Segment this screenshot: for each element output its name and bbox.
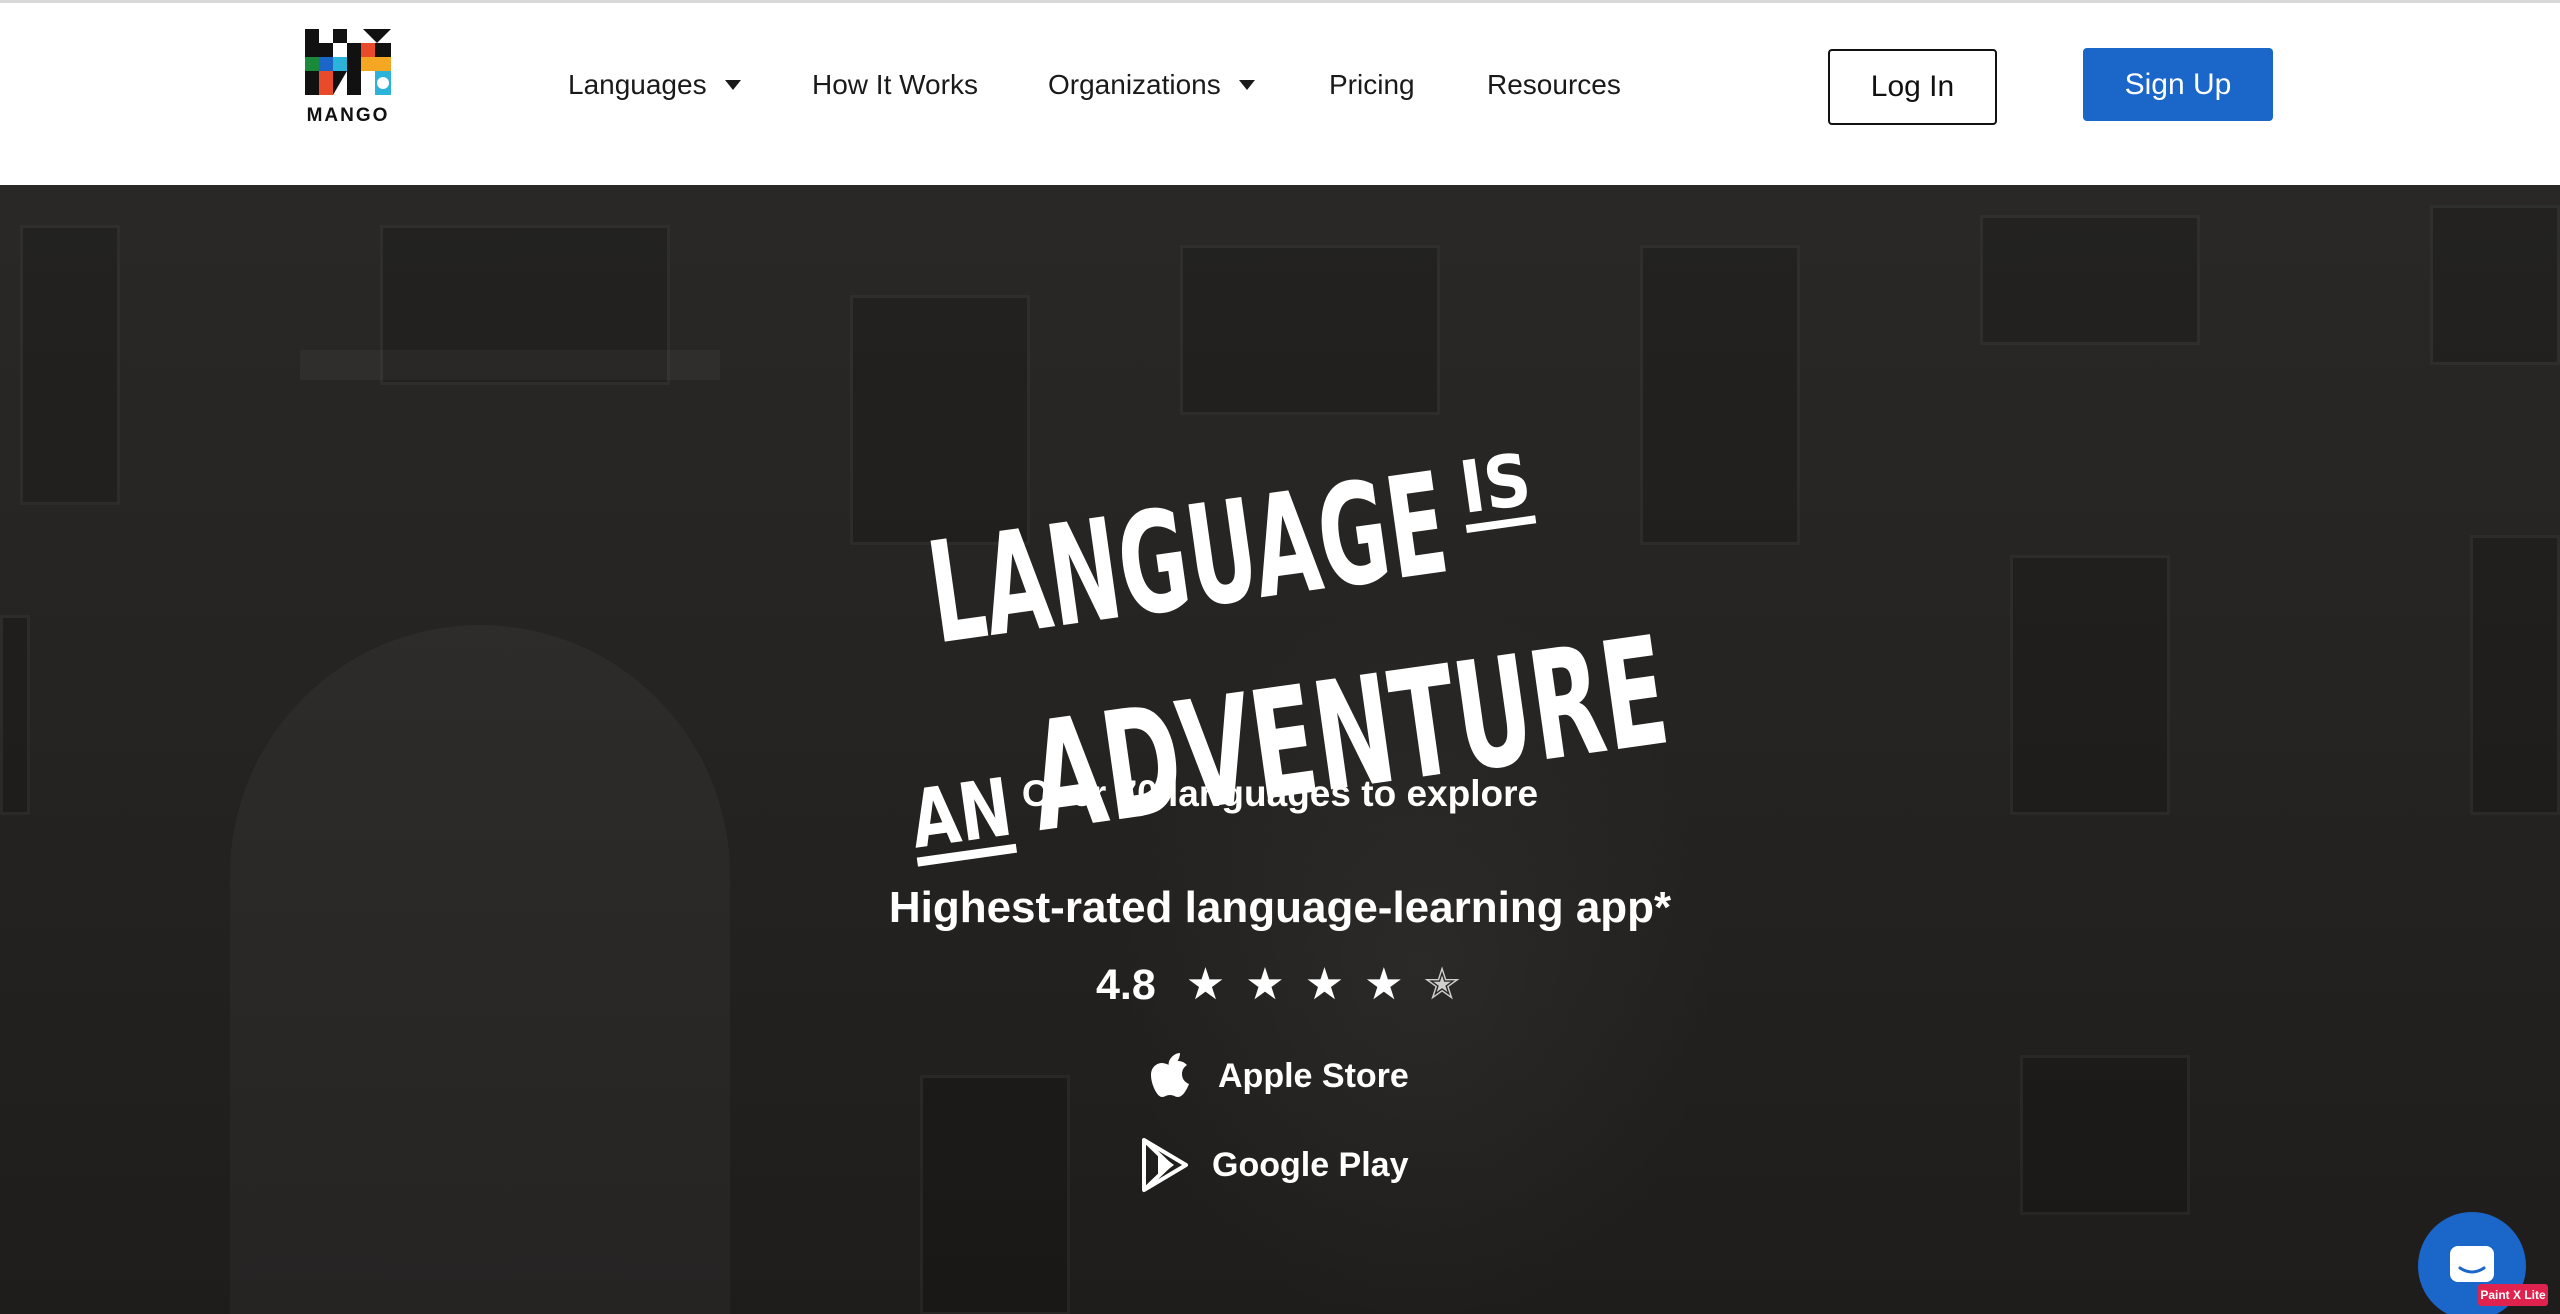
nav-item-label: Resources	[1487, 69, 1621, 100]
signup-button[interactable]: Sign Up	[2083, 48, 2273, 121]
background-archway	[230, 625, 730, 1314]
nav-item-label: Pricing	[1329, 69, 1415, 100]
background-window	[20, 225, 120, 505]
star-icon: ★	[1364, 960, 1404, 1009]
star-partial-icon: ✭	[1423, 960, 1461, 1009]
star-icon: ★	[1185, 960, 1226, 1009]
background-door	[920, 1075, 1070, 1314]
nav-item-pricing[interactable]: Pricing	[1329, 69, 1415, 101]
background-window	[1180, 245, 1440, 415]
rating-value: 4.8	[1096, 960, 1156, 1009]
star-icon: ★	[1245, 960, 1285, 1009]
background-window	[2020, 1055, 2190, 1215]
mango-logo[interactable]: MANGO	[302, 29, 394, 129]
caret-down-icon	[1238, 80, 1255, 90]
background-window	[2430, 205, 2560, 365]
languages-count-text: Over 70 languages to explore	[1021, 773, 1539, 814]
site-header: MANGO Languages How It Works Organizatio…	[0, 3, 2560, 185]
logo-wordmark: MANGO	[306, 105, 390, 126]
login-button[interactable]: Log In	[1828, 49, 1997, 125]
apple-icon	[1146, 1048, 1196, 1104]
nav-item-how-it-works[interactable]: How It Works	[812, 69, 978, 101]
nav-item-label: How It Works	[812, 69, 978, 100]
google-play-icon	[1140, 1137, 1190, 1193]
nav-item-languages[interactable]: Languages	[568, 69, 741, 101]
background-ledge	[300, 350, 720, 380]
google-play-label: Google Play	[1212, 1145, 1409, 1184]
chat-icon	[2450, 1246, 2494, 1282]
apple-store-link[interactable]: Apple Store	[1146, 1048, 1409, 1104]
hero-section: LANGUAGE IS AN ADVENTURE Over 70 languag…	[0, 185, 2560, 1314]
google-play-link[interactable]: Google Play	[1140, 1137, 1409, 1193]
highest-rated-text: Highest-rated language-learning app*	[888, 883, 1672, 932]
background-window	[1980, 215, 2200, 345]
paint-x-lite-badge: Paint X Lite	[2478, 1284, 2548, 1306]
caret-down-icon	[724, 80, 741, 90]
nav-item-label: Languages	[568, 69, 707, 100]
nav-item-resources[interactable]: Resources	[1487, 69, 1621, 101]
nav-item-organizations[interactable]: Organizations	[1048, 69, 1255, 101]
apple-store-label: Apple Store	[1218, 1056, 1409, 1095]
app-rating: 4.8 ★ ★ ★ ★ ✭	[1096, 955, 1480, 1015]
mango-logo-icon	[305, 29, 391, 95]
headline-is: IS	[1455, 437, 1536, 530]
star-icon: ★	[1304, 960, 1345, 1009]
nav-item-label: Organizations	[1048, 69, 1221, 100]
headline-language: LANGUAGE	[919, 443, 1457, 677]
